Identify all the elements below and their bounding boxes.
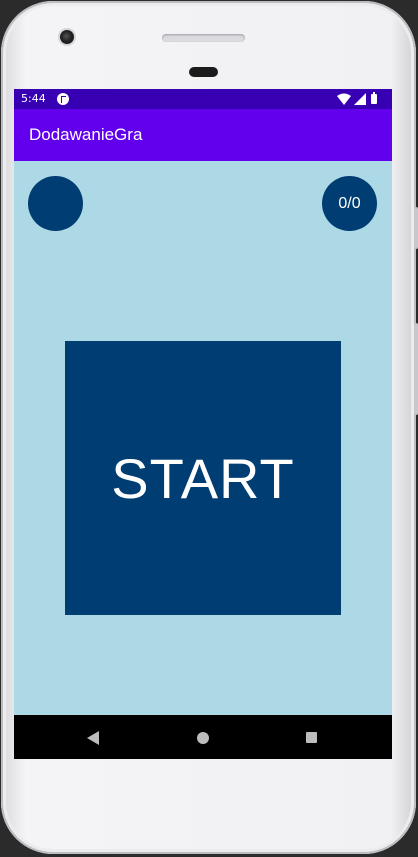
app-title: DodawanieGra [29, 125, 143, 144]
phone-frame: 5:44 DodawanieGra 0/0 START [1, 1, 418, 854]
proximity-sensor [189, 67, 218, 77]
earpiece-speaker [162, 34, 245, 42]
volume-button [414, 323, 418, 415]
app-screen: 5:44 DodawanieGra 0/0 START [14, 89, 392, 759]
status-bar: 5:44 [14, 89, 392, 109]
status-icons [337, 92, 387, 105]
navigation-bar [14, 715, 392, 759]
signal-icon [354, 93, 366, 105]
front-camera [60, 30, 74, 44]
left-indicator [28, 176, 83, 231]
recents-icon[interactable] [306, 732, 317, 743]
start-button[interactable]: START [65, 341, 341, 615]
home-icon[interactable] [197, 732, 209, 744]
wifi-icon [337, 93, 351, 105]
app-toolbar: DodawanieGra [14, 109, 392, 161]
app-notification-icon [57, 93, 69, 105]
battery-icon [371, 92, 377, 104]
status-time: 5:44 [21, 92, 46, 105]
game-area: 0/0 START [14, 161, 392, 715]
power-button [414, 207, 418, 249]
score-indicator: 0/0 [322, 176, 377, 231]
back-icon[interactable] [87, 731, 99, 745]
